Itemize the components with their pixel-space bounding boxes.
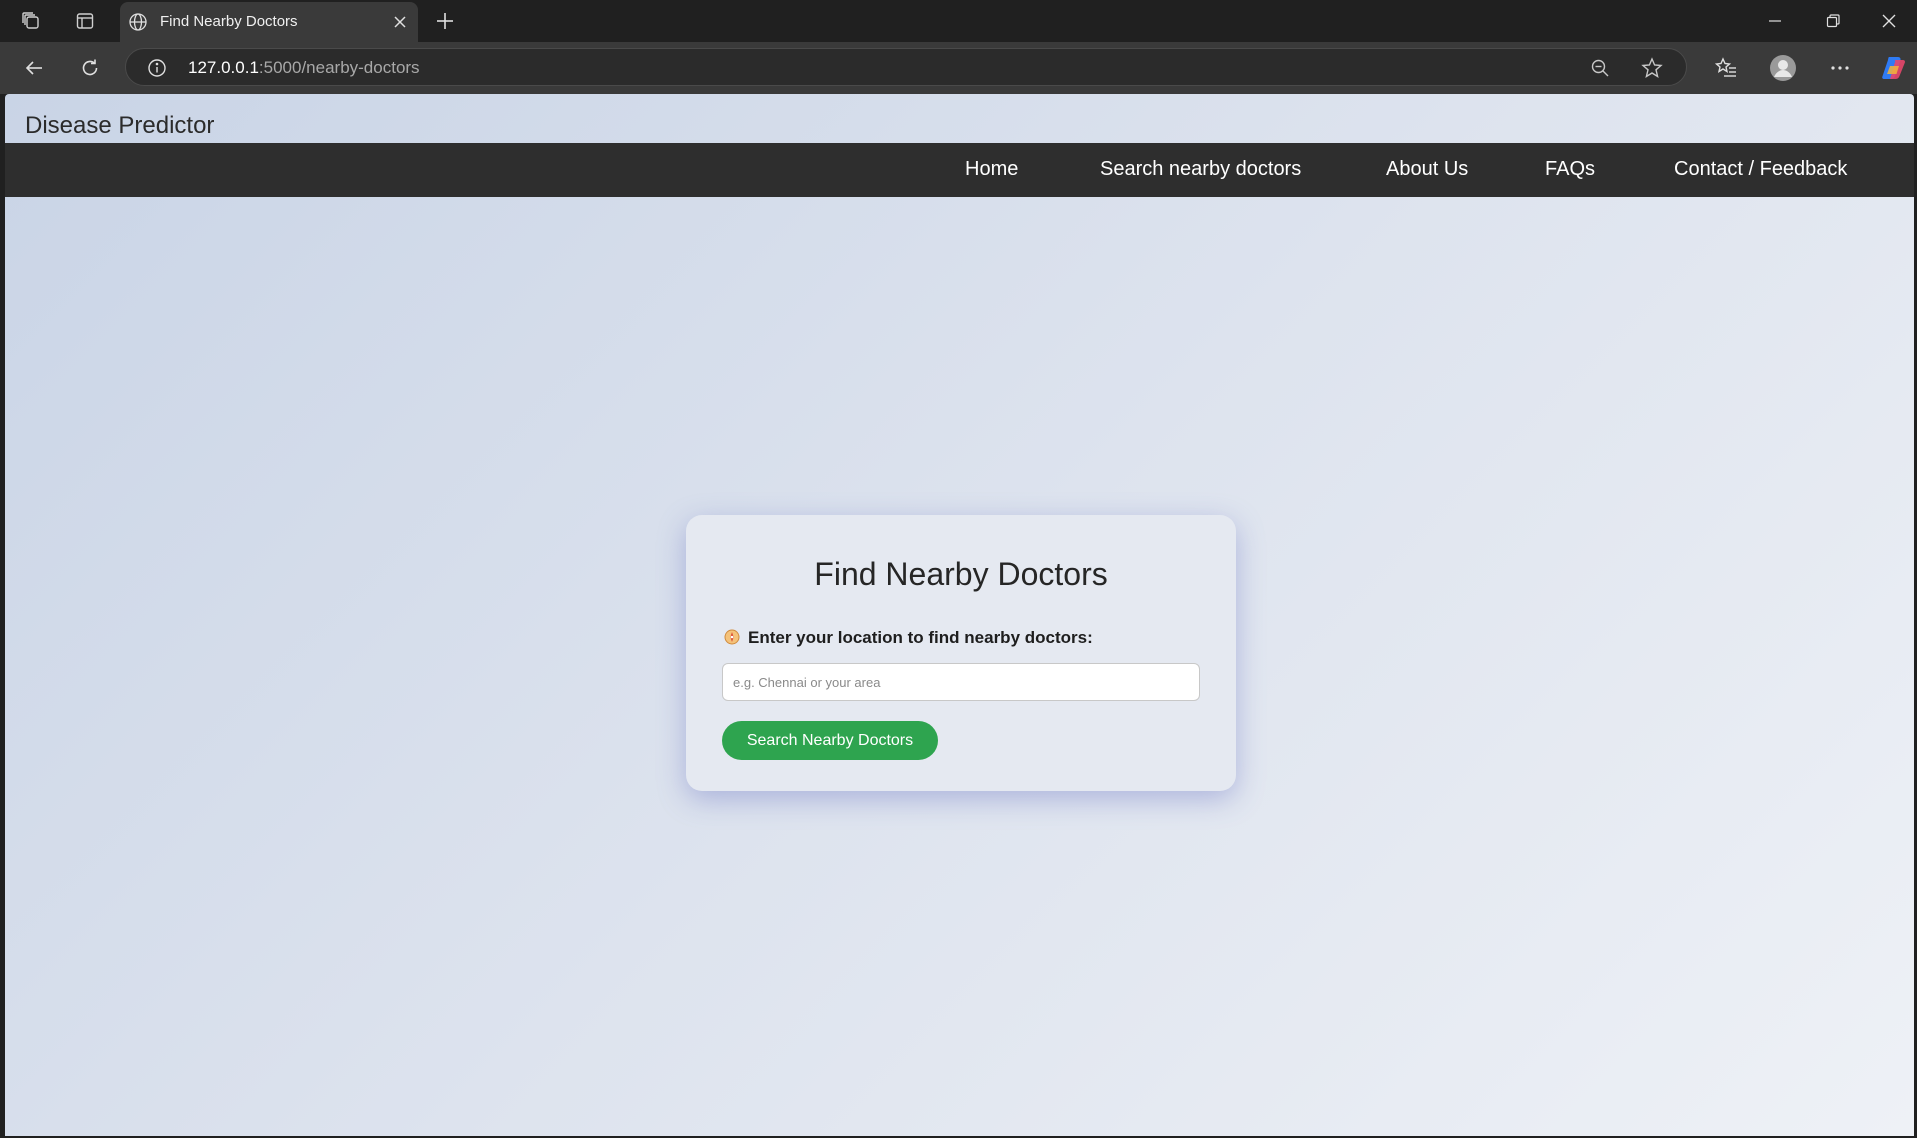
main-navigation: Home Search nearby doctors About Us FAQs…	[5, 143, 1914, 197]
nav-link-about-us[interactable]: About Us	[1386, 158, 1468, 181]
site-title: Disease Predictor	[25, 112, 215, 139]
browser-tab[interactable]: Find Nearby Doctors	[120, 2, 418, 42]
page-viewport: Disease Predictor Home Search nearby doc…	[5, 94, 1914, 1136]
workspaces-icon[interactable]	[16, 6, 46, 36]
plus-icon	[437, 13, 453, 29]
address-bar-row: 127.0.0.1:5000/nearby-doctors	[0, 42, 1917, 94]
url-host: 127.0.0.1	[188, 58, 259, 77]
site-header: Disease Predictor	[5, 94, 1914, 143]
card-title: Find Nearby Doctors	[814, 556, 1108, 592]
location-label-text: Enter your location to find nearby docto…	[748, 628, 1093, 647]
back-arrow-icon[interactable]	[18, 52, 50, 84]
info-icon[interactable]	[146, 57, 168, 79]
copilot-icon[interactable]	[1878, 52, 1910, 84]
reload-icon[interactable]	[74, 52, 106, 84]
star-icon[interactable]	[1640, 56, 1664, 80]
more-icon[interactable]	[1824, 52, 1856, 84]
compass-icon	[724, 629, 740, 645]
nav-link-contact-feedback[interactable]: Contact / Feedback	[1674, 158, 1847, 181]
url-path: :5000/nearby-doctors	[258, 58, 420, 77]
zoom-out-icon[interactable]	[1588, 56, 1612, 80]
profile-icon[interactable]	[1767, 52, 1799, 84]
location-label: Enter your location to find nearby docto…	[724, 628, 1093, 648]
close-window-icon[interactable]	[1874, 6, 1904, 36]
browser-tab-bar: Find Nearby Doctors	[0, 0, 1917, 42]
address-bar[interactable]: 127.0.0.1:5000/nearby-doctors	[125, 48, 1687, 86]
close-icon[interactable]	[388, 10, 412, 34]
tab-title: Find Nearby Doctors	[160, 13, 298, 30]
location-input[interactable]	[722, 663, 1200, 701]
favorites-icon[interactable]	[1710, 52, 1742, 84]
globe-icon	[128, 12, 148, 37]
minimize-icon[interactable]	[1760, 6, 1790, 36]
nav-link-faqs[interactable]: FAQs	[1545, 158, 1595, 181]
url-text: 127.0.0.1:5000/nearby-doctors	[188, 58, 420, 78]
tab-actions-icon[interactable]	[70, 6, 100, 36]
nav-link-search-nearby-doctors[interactable]: Search nearby doctors	[1100, 158, 1301, 181]
restore-icon[interactable]	[1818, 6, 1848, 36]
nav-link-home[interactable]: Home	[965, 158, 1018, 181]
search-nearby-doctors-button[interactable]: Search Nearby Doctors	[722, 721, 938, 760]
find-doctors-card: Find Nearby Doctors Enter your location …	[686, 515, 1236, 791]
new-tab-button[interactable]	[430, 6, 460, 36]
